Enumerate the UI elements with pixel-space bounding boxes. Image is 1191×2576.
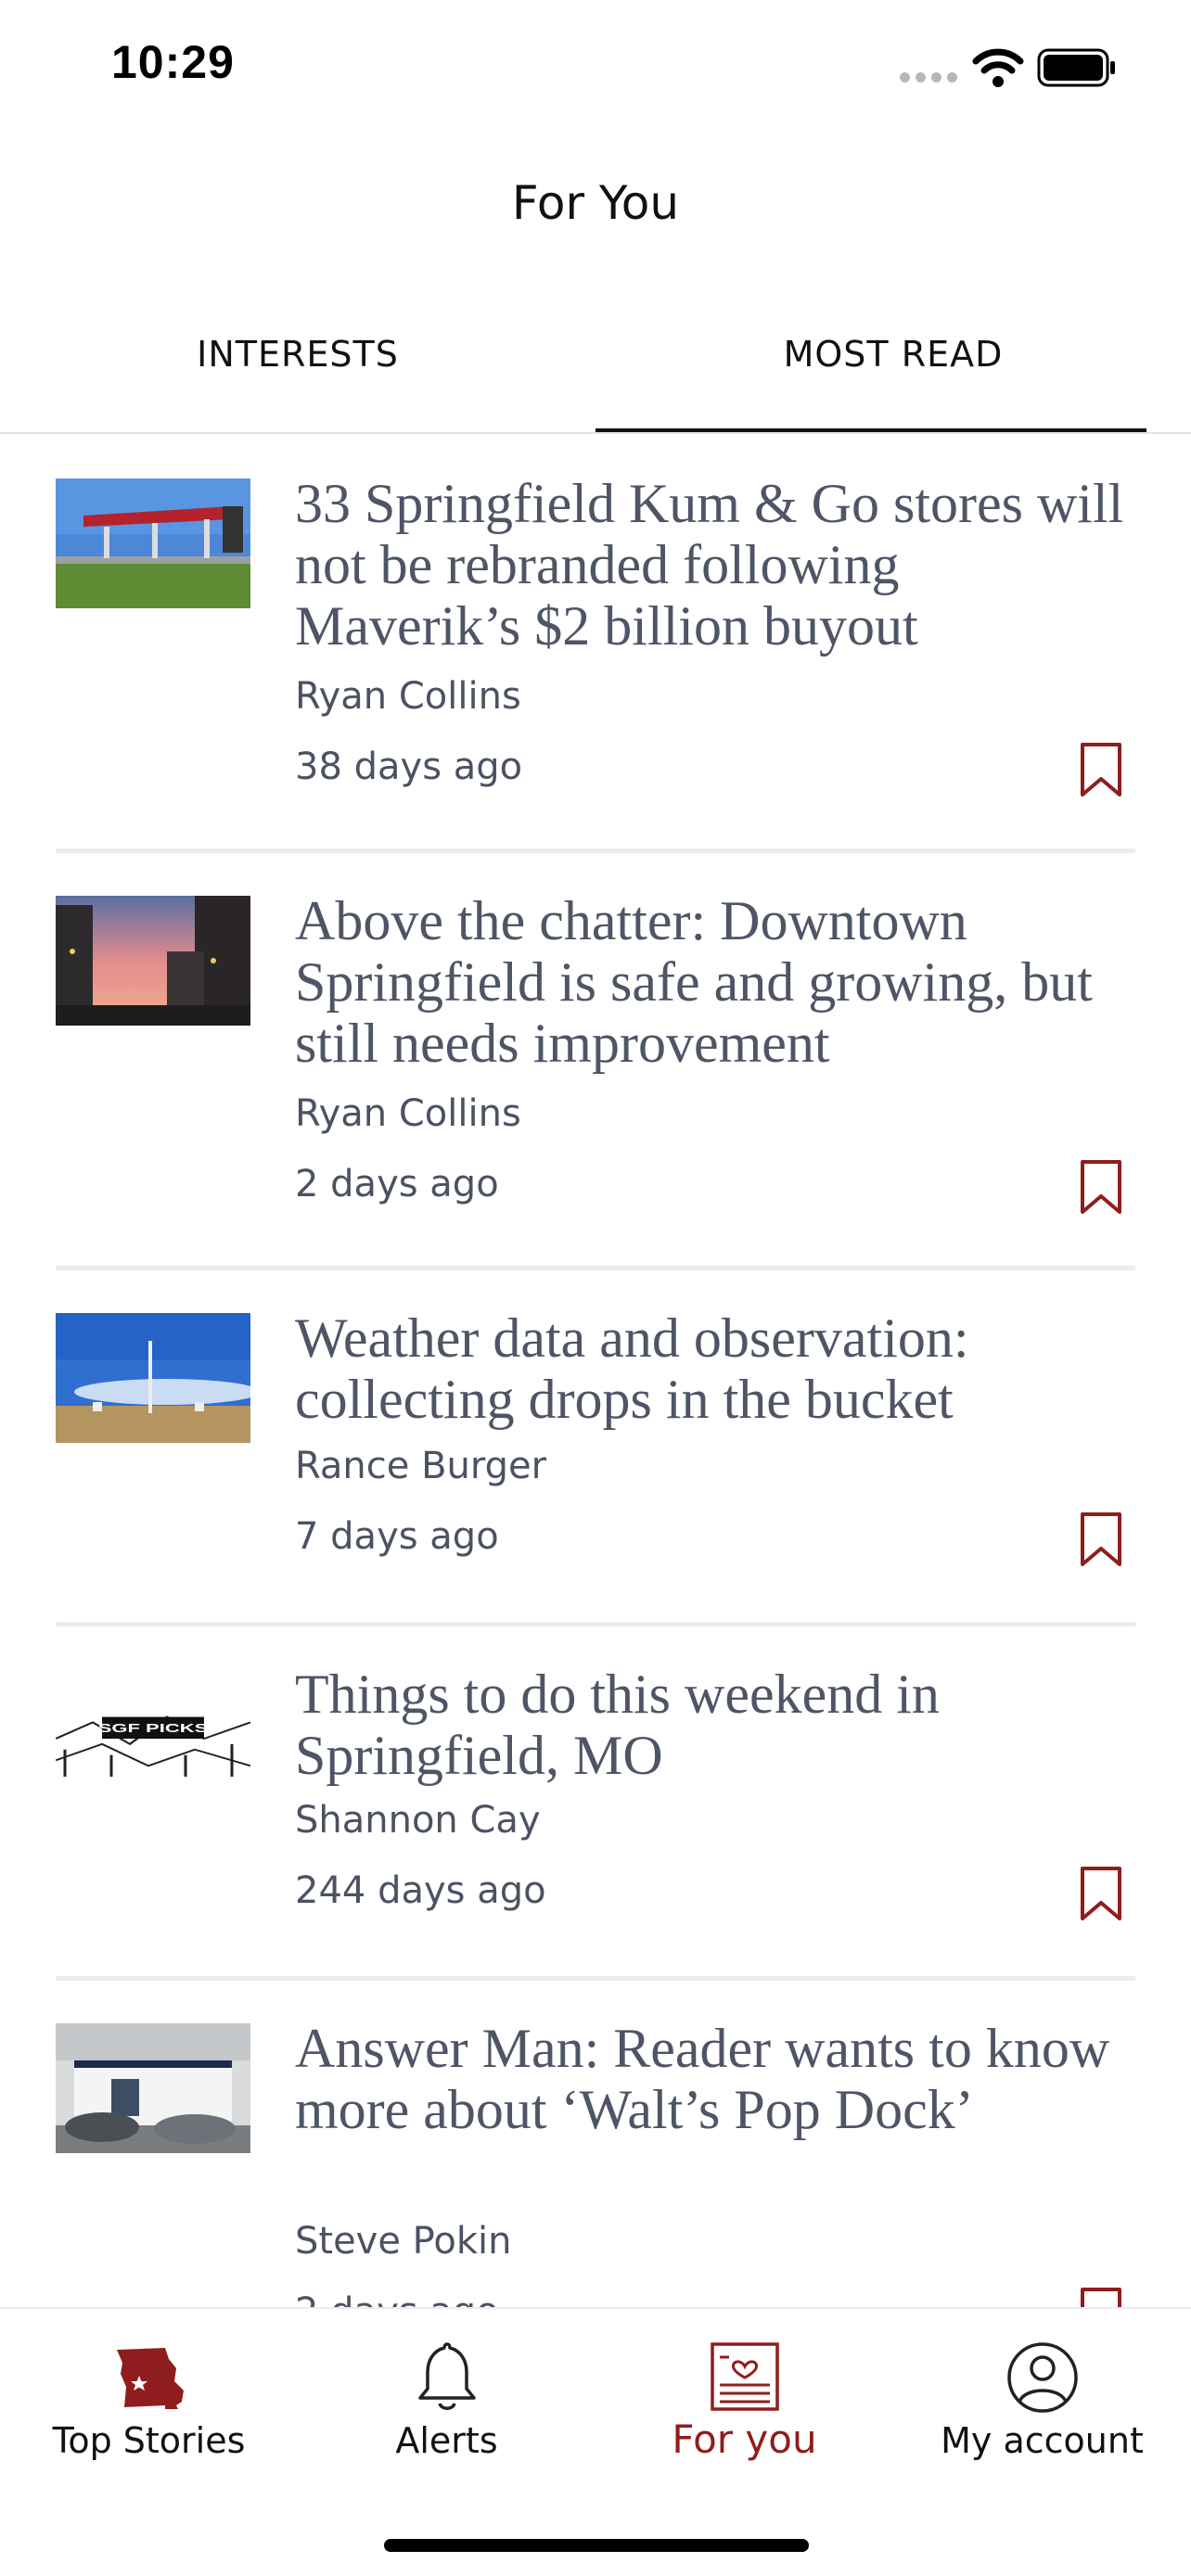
article-headline[interactable]: 33 Springfield Kum & Go stores will not …: [295, 473, 1130, 657]
status-time: 10:29: [111, 36, 235, 88]
tab-bar: INTERESTS MOST READ: [0, 306, 1191, 434]
article-headline[interactable]: Things to do this weekend in Springfield…: [295, 1664, 1130, 1786]
active-tab-indicator: [596, 428, 1146, 432]
article-date: 38 days ago: [295, 746, 523, 788]
nav-label: Alerts: [395, 2420, 498, 2461]
nav-label: Top Stories: [52, 2420, 246, 2461]
article-headline[interactable]: Weather data and observation: collecting…: [295, 1307, 1130, 1430]
tab-most-read[interactable]: MOST READ: [596, 334, 1191, 375]
article-thumbnail[interactable]: [56, 2023, 250, 2153]
nav-label: My account: [941, 2420, 1144, 2461]
bookmark-icon[interactable]: [1080, 2287, 1122, 2307]
page-title: For You: [511, 176, 680, 230]
article-date: 7 days ago: [295, 1515, 499, 1558]
article-item[interactable]: Weather data and observation: collecting…: [56, 1270, 1135, 1626]
article-author: Ryan Collins: [295, 1092, 521, 1135]
article-thumbnail[interactable]: [56, 1313, 250, 1443]
bell-icon: [417, 2342, 476, 2410]
nav-label: For you: [672, 2417, 817, 2462]
bottom-tab-bar: Top Stories Alerts For you My account: [0, 2307, 1191, 2576]
article-thumbnail[interactable]: [56, 896, 250, 1026]
bookmark-icon[interactable]: [1080, 1511, 1122, 1567]
newspaper-heart-icon: [710, 2342, 779, 2411]
article-item[interactable]: 33 Springfield Kum & Go stores will not …: [56, 436, 1135, 853]
home-indicator[interactable]: [384, 2539, 809, 2552]
cellular-signal-icon: [900, 72, 959, 83]
article-thumbnail[interactable]: [56, 478, 250, 608]
missouri-state-icon: [116, 2348, 184, 2409]
user-circle-icon: [1006, 2342, 1078, 2413]
thumbnail-text: SGF PICKS: [98, 1722, 209, 1735]
article-headline[interactable]: Above the chatter: Downtown Springfield …: [295, 890, 1130, 1074]
article-headline[interactable]: Answer Man: Reader wants to know more ab…: [295, 2018, 1130, 2140]
article-author: Steve Pokin: [295, 2220, 512, 2263]
battery-icon: [1037, 48, 1115, 87]
article-author: Ryan Collins: [295, 675, 521, 718]
bookmark-icon[interactable]: [1080, 1866, 1122, 1921]
nav-top-stories[interactable]: Top Stories: [0, 2309, 298, 2494]
article-date: 244 days ago: [295, 1869, 546, 1912]
article-item[interactable]: Above the chatter: Downtown Springfield …: [56, 853, 1135, 1270]
bookmark-icon[interactable]: [1080, 1159, 1122, 1215]
nav-my-account[interactable]: My account: [893, 2309, 1191, 2494]
article-item[interactable]: Answer Man: Reader wants to know more ab…: [56, 1981, 1135, 2307]
article-thumbnail[interactable]: SGF PICKS: [56, 1701, 250, 1777]
status-bar: 10:29: [0, 0, 1191, 139]
wifi-icon: [972, 48, 1024, 87]
nav-for-you[interactable]: For you: [596, 2309, 893, 2494]
article-author: Shannon Cay: [295, 1799, 541, 1842]
tab-interests[interactable]: INTERESTS: [0, 334, 596, 375]
article-list[interactable]: 33 Springfield Kum & Go stores will not …: [0, 436, 1191, 2307]
bookmark-icon[interactable]: [1080, 742, 1122, 797]
article-author: Rance Burger: [295, 1445, 547, 1487]
article-date: 2 days ago: [295, 2290, 499, 2307]
article-item[interactable]: SGF PICKS Things to do this weekend in S…: [56, 1626, 1135, 1981]
article-date: 2 days ago: [295, 1163, 499, 1205]
nav-alerts[interactable]: Alerts: [298, 2309, 596, 2494]
